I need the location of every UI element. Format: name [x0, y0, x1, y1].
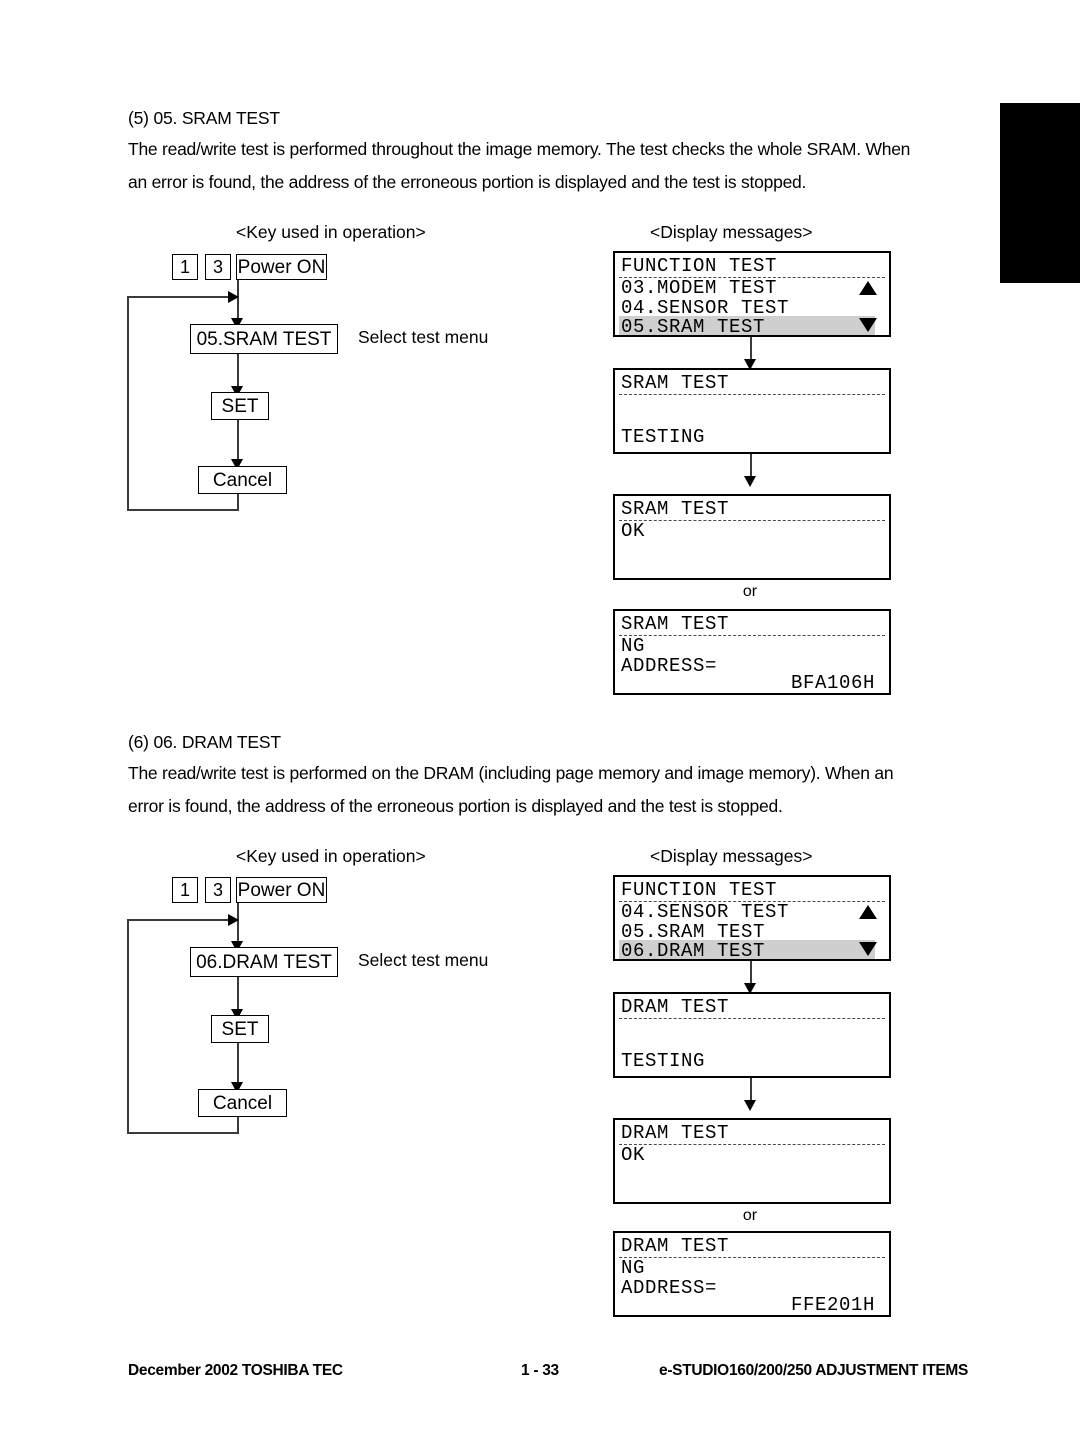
arrowhead-loop-return-sram — [228, 291, 239, 303]
triangle-down-icon[interactable] — [859, 318, 877, 332]
lcd-panel-ok-sram: SRAM TEST OK — [613, 494, 891, 580]
lcd-address-value-dram: FFE201H — [790, 1294, 875, 1316]
lcd-status-sram-ng: NG — [621, 635, 646, 657]
flow-box-cancel-sram[interactable]: Cancel — [198, 466, 287, 494]
loop-bottom-horizontal-dram — [127, 1132, 239, 1134]
flow-box-set-sram[interactable]: SET — [211, 392, 269, 420]
key-column-header-sram: <Key used in operation> — [236, 222, 426, 242]
lcd-menu-row-1-sram[interactable]: 03.MODEM TEST — [621, 278, 777, 299]
document-page: (5) 05. SRAM TEST The read/write test is… — [0, 0, 1080, 1441]
lcd-panel-ok-dram: DRAM TEST OK — [613, 1118, 891, 1204]
loop-return-horizontal-dram — [127, 919, 235, 921]
lcd-panel-menu-sram: FUNCTION TEST 03.MODEM TEST 04.SENSOR TE… — [613, 251, 891, 338]
lcd-divider-dram-ok — [619, 1144, 885, 1145]
lcd-address-label-sram: ADDRESS= — [621, 655, 718, 677]
lcd-panel-menu-dram: FUNCTION TEST 04.SENSOR TEST 05.SRAM TES… — [613, 875, 891, 962]
key-box-1-dram[interactable]: 1 — [172, 877, 198, 903]
lcd-status-sram-testing: TESTING — [621, 426, 706, 448]
arrowhead-loop-return-dram — [228, 914, 239, 926]
loop-bottom-horizontal-sram — [127, 509, 239, 511]
lcd-title-dram-ng: DRAM TEST — [621, 1235, 730, 1257]
lcd-panel-ng-dram: DRAM TEST NG ADDRESS= FFE201H — [613, 1231, 891, 1317]
lcd-menu-row-3-selected-sram[interactable]: 05.SRAM TEST — [621, 317, 765, 338]
lcd-status-dram-ng: NG — [621, 1257, 646, 1279]
or-label-sram: or — [742, 583, 758, 600]
lcd-title-sram-menu: FUNCTION TEST — [621, 255, 778, 277]
lcd-title-dram-ok: DRAM TEST — [621, 1122, 730, 1144]
menu-note-sram: Select test menu — [358, 327, 489, 347]
loop-left-vertical-dram — [127, 919, 129, 1134]
loop-left-vertical-sram — [127, 296, 129, 511]
flow-box-set-dram[interactable]: SET — [211, 1015, 269, 1043]
lcd-divider-sram-ok — [619, 520, 885, 521]
footer-right: e-STUDIO160/200/250 ADJUSTMENT ITEMS — [659, 1362, 969, 1379]
key-box-3-sram[interactable]: 3 — [205, 254, 231, 280]
flow-box-menu-dram[interactable]: 06.DRAM TEST — [190, 947, 338, 977]
flow-box-cancel-dram[interactable]: Cancel — [198, 1089, 287, 1117]
arrowhead-lcd3-sram — [744, 476, 756, 487]
section-heading-dram: (6) 06. DRAM TEST — [128, 732, 281, 752]
lcd-panel-ng-sram: SRAM TEST NG ADDRESS= BFA106H — [613, 609, 891, 695]
arrowhead-lcd3-dram — [744, 1100, 756, 1111]
key-box-3-dram[interactable]: 3 — [205, 877, 231, 903]
lcd-status-dram-ok: OK — [621, 1144, 646, 1166]
triangle-up-icon[interactable] — [859, 905, 877, 919]
footer-left: December 2002 TOSHIBA TEC — [128, 1362, 343, 1379]
footer-page-number: 1 - 33 — [521, 1362, 559, 1379]
section-paragraph-dram-line-2: error is found, the address of the erron… — [128, 796, 783, 816]
lcd-address-label-dram: ADDRESS= — [621, 1277, 718, 1299]
triangle-down-icon[interactable] — [859, 942, 877, 956]
lcd-divider-dram-ng — [619, 1257, 885, 1258]
lcd-title-sram-testing: SRAM TEST — [621, 372, 730, 394]
lcd-title-sram-ng: SRAM TEST — [621, 613, 730, 635]
chapter-edge-tab — [1000, 103, 1080, 283]
lcd-status-sram-ok: OK — [621, 520, 646, 542]
key-column-header-dram: <Key used in operation> — [236, 846, 426, 866]
lcd-address-value-sram: BFA106H — [790, 672, 875, 694]
lcd-title-dram-menu: FUNCTION TEST — [621, 879, 778, 901]
key-box-power-on-sram[interactable]: Power ON — [236, 254, 327, 280]
lcd-title-dram-testing: DRAM TEST — [621, 996, 730, 1018]
section-heading-sram: (5) 05. SRAM TEST — [128, 108, 280, 128]
lcd-menu-row-1-dram[interactable]: 04.SENSOR TEST — [621, 902, 789, 923]
triangle-up-icon[interactable] — [859, 281, 877, 295]
section-paragraph-sram-line-1: The read/write test is performed through… — [128, 139, 911, 159]
lcd-divider-sram-ng — [619, 635, 885, 636]
or-label-dram: or — [742, 1207, 758, 1224]
lcd-panel-testing-sram: SRAM TEST TESTING — [613, 368, 891, 454]
section-paragraph-sram-line-2: an error is found, the address of the er… — [128, 172, 807, 192]
lcd-panel-testing-dram: DRAM TEST TESTING — [613, 992, 891, 1078]
section-paragraph-dram-line-1: The read/write test is performed on the … — [128, 763, 894, 783]
lcd-status-dram-testing: TESTING — [621, 1050, 706, 1072]
lcd-divider-dram-testing — [619, 1018, 885, 1019]
loop-return-horizontal-sram — [127, 296, 235, 298]
lcd-menu-row-3-selected-dram[interactable]: 06.DRAM TEST — [621, 941, 765, 962]
lcd-title-sram-ok: SRAM TEST — [621, 498, 730, 520]
key-box-1-sram[interactable]: 1 — [172, 254, 198, 280]
flow-box-menu-sram[interactable]: 05.SRAM TEST — [190, 324, 338, 354]
menu-note-dram: Select test menu — [358, 950, 489, 970]
lcd-divider-sram-testing — [619, 394, 885, 395]
display-column-header-dram: <Display messages> — [650, 846, 813, 866]
key-box-power-on-dram[interactable]: Power ON — [236, 877, 327, 903]
display-column-header-sram: <Display messages> — [650, 222, 813, 242]
